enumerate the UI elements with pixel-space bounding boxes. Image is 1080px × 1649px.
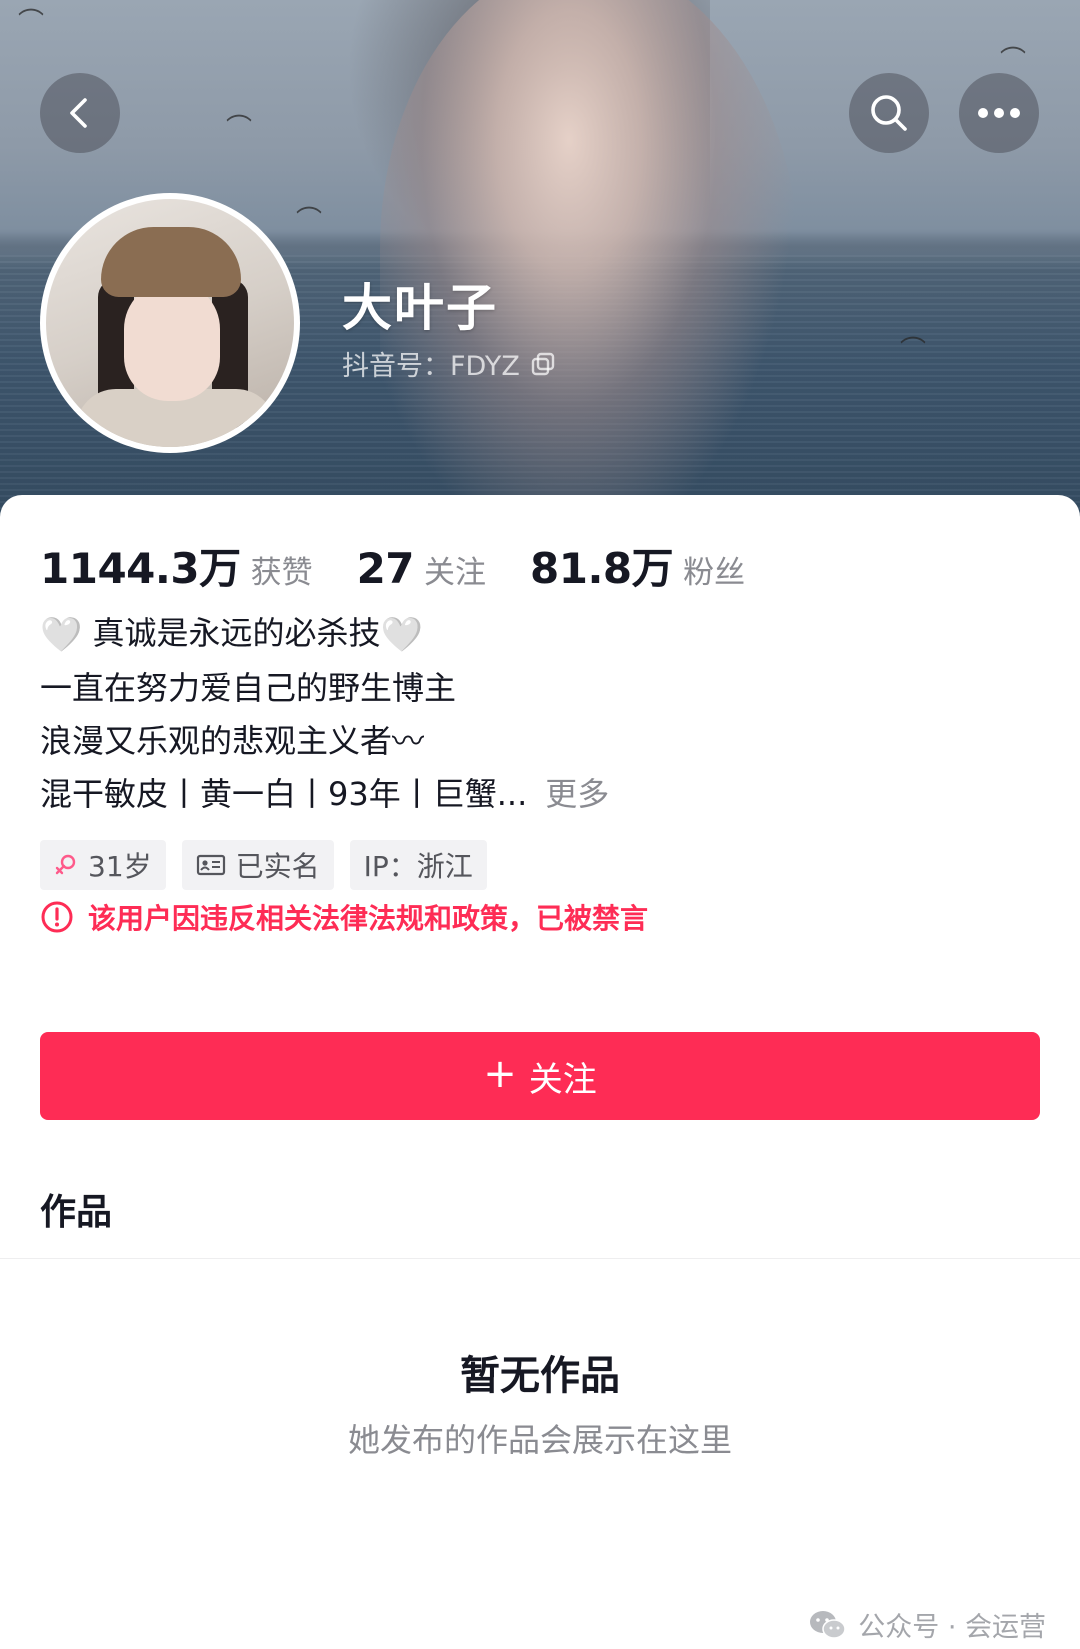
stat-likes-label: 获赞: [250, 555, 313, 591]
follow-button-label: 关注: [528, 1059, 597, 1100]
profile-bio: 🤍 真诚是永远的必杀技🤍 一直在努力爱自己的野生博主 浪漫又乐观的悲观主义者〰 …: [40, 607, 1040, 821]
tab-divider: [0, 1258, 1080, 1259]
bird-icon: ⌒: [18, 8, 45, 38]
tag-age: 31岁: [40, 840, 166, 890]
chevron-left-icon: [70, 98, 87, 128]
douyin-id-text: 抖音号：FDYZ: [342, 351, 520, 382]
stat-followers-label: 粉丝: [683, 555, 746, 591]
stat-likes[interactable]: 1144.3万 获赞: [40, 535, 313, 596]
bird-icon: ⌒: [1000, 46, 1027, 76]
tag-age-label: 31岁: [88, 850, 152, 883]
stats-row: 1144.3万 获赞 27 关注 81.8万 粉丝: [40, 535, 789, 596]
wechat-icon: [810, 1610, 846, 1639]
female-icon: [55, 854, 76, 875]
watermark-text: 公众号 · 会运营: [858, 1612, 1046, 1643]
bird-icon: ⌒: [296, 206, 323, 236]
profile-nickname: 大叶子: [342, 279, 498, 337]
bio-line-1: 🤍 真诚是永远的必杀技🤍: [40, 607, 1040, 662]
tab-works[interactable]: 作品: [40, 1183, 112, 1235]
tag-ip-label: IP：浙江: [363, 850, 473, 883]
follow-button[interactable]: + 关注: [40, 1032, 1040, 1120]
bird-icon: ⌒: [226, 114, 253, 144]
profile-tags: 31岁 已实名 IP：浙江: [40, 840, 487, 890]
bio-more-link[interactable]: 更多: [545, 775, 609, 813]
stat-followers-value: 81.8万: [530, 544, 674, 593]
bio-line-1-text: 真诚是永远的必杀技: [82, 614, 381, 652]
more-dots-icon: [978, 108, 1020, 118]
cover-portrait: [380, 0, 800, 520]
stat-following-value: 27: [356, 544, 415, 593]
profile-card: 1144.3万 获赞 27 关注 81.8万 粉丝 🤍 真诚是永远的必杀技🤍 一…: [0, 495, 1080, 1649]
stat-followers[interactable]: 81.8万 粉丝: [530, 535, 745, 596]
bio-line-2: 一直在努力爱自己的野生博主: [40, 669, 457, 707]
bird-icon: ⌒: [900, 336, 927, 366]
plus-icon: +: [483, 1051, 517, 1097]
empty-state-subtitle: 她发布的作品会展示在这里: [347, 1421, 732, 1459]
douyin-id[interactable]: 抖音号：FDYZ: [342, 344, 556, 383]
more-button[interactable]: [959, 73, 1039, 153]
avatar[interactable]: [40, 193, 300, 453]
bio-line-4: 混干敏皮丨黄一白丨93年丨巨蟹... 更多: [40, 768, 1040, 821]
stat-following[interactable]: 27 关注: [357, 544, 486, 593]
empty-state-title: 暂无作品: [460, 1353, 620, 1399]
bio-line-4-text: 混干敏皮丨黄一白丨93年丨巨蟹...: [40, 775, 528, 813]
profile-page: ⌒ ⌒ ⌒ ⌒ ⌒ 大叶子 抖音号：FDYZ 1144.3万 获赞 27 关注 …: [0, 0, 1080, 1649]
id-card-icon: [196, 854, 225, 876]
stat-following-label: 关注: [424, 555, 487, 591]
ban-notice-text: 该用户因违反相关法律法规和政策，已被禁言: [88, 902, 649, 935]
back-button[interactable]: [40, 73, 120, 153]
avatar-hat: [101, 227, 241, 297]
warning-circle-icon: [41, 901, 73, 933]
profile-cover-image: ⌒ ⌒ ⌒ ⌒ ⌒ 大叶子 抖音号：FDYZ: [0, 0, 1080, 520]
white-heart-icon: 🤍: [40, 615, 83, 655]
ban-notice: 该用户因违反相关法律法规和政策，已被禁言: [40, 897, 648, 937]
tag-verified-label: 已实名: [235, 850, 320, 883]
search-button[interactable]: [849, 73, 929, 153]
search-icon: [871, 95, 907, 131]
copy-icon[interactable]: [530, 351, 556, 377]
watermark: 公众号 · 会运营: [808, 1605, 1046, 1644]
white-heart-icon: 🤍: [380, 615, 423, 655]
avatar-face: [124, 281, 220, 401]
tag-ip: IP：浙江: [349, 840, 487, 890]
avatar-image: [46, 199, 294, 447]
stat-likes-value: 1144.3万: [40, 544, 241, 593]
tag-verified: 已实名: [181, 840, 334, 890]
bio-line-3: 浪漫又乐观的悲观主义者〰: [40, 722, 425, 760]
